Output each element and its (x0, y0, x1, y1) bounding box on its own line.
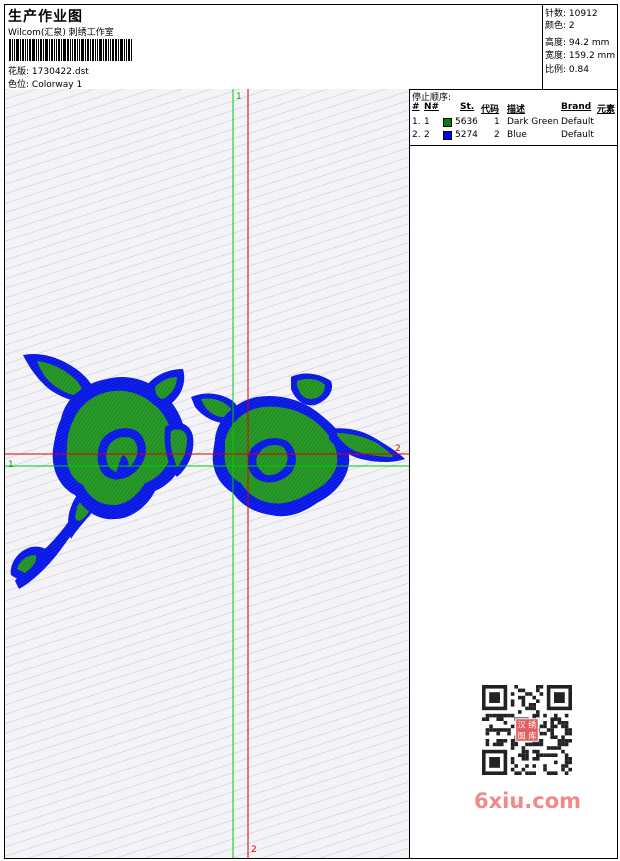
color-swatch-1 (443, 118, 452, 127)
stat-height: 高度: 94.2 mm (545, 38, 610, 48)
col-header-needle: N# (424, 102, 440, 112)
qr-code: 汉绣图库 (470, 681, 584, 781)
axis-label-red-horizontal: 2 (395, 444, 401, 454)
design-file-name: 1730422.dst (31, 67, 89, 77)
worksheet-header: 生产作业图 Wilcom(汇泉) 刺绣工作室 花版: 1730422.dst 色… (5, 5, 617, 90)
col-header-stitches: St. (460, 102, 475, 112)
svg-text:汉: 汉 (518, 721, 526, 730)
table-row[interactable]: 2. 2 5274 2 Blue Default (410, 130, 617, 142)
qr-code-graphic: 汉绣图库 (482, 685, 572, 775)
table-row[interactable]: 1. 1 5636 1 Dark Green Default (410, 117, 617, 129)
axis-label-green-vertical: 1 (236, 92, 242, 102)
axis-label-green-horizontal: 1 (8, 460, 14, 470)
worksheet-title: 生产作业图 (8, 9, 83, 25)
col-header-element: 元素 (597, 105, 616, 115)
svg-text:库: 库 (528, 730, 536, 740)
col-header-brand: Brand (561, 102, 592, 112)
col-header-desc: 描述 (507, 105, 526, 115)
right-rose-motif (191, 373, 405, 517)
design-stats: 针数: 10912 颜色: 2 高度: 94.2 mm 宽度: 159.2 mm… (542, 5, 618, 89)
barcode (9, 39, 145, 61)
axis-label-red-vertical: 2 (251, 845, 257, 855)
left-rose-motif (10, 353, 194, 589)
svg-text:绣: 绣 (528, 720, 536, 730)
design-file-line: 花版: 1730422.dst (8, 64, 89, 77)
col-header-num: # (412, 102, 420, 112)
design-canvas[interactable]: 1 1 2 2 (5, 89, 410, 858)
site-watermark: 6xiu.com (474, 789, 582, 813)
svg-text:图: 图 (518, 731, 526, 740)
design-label: 花版: (8, 67, 30, 77)
stat-colors: 颜色: 2 (545, 21, 575, 31)
color-swatch-2 (443, 131, 452, 140)
stat-scale: 比例: 0.84 (545, 65, 589, 75)
stat-width: 宽度: 159.2 mm (545, 51, 616, 61)
company-name: Wilcom(汇泉) 刺绣工作室 (8, 28, 114, 38)
stop-sequence-table: 停止顺序: # N# St. 代码 描述 Brand 元素 1. 1 5636 … (410, 89, 617, 146)
embroidery-preview (5, 89, 409, 858)
col-header-code: 代码 (481, 105, 500, 115)
